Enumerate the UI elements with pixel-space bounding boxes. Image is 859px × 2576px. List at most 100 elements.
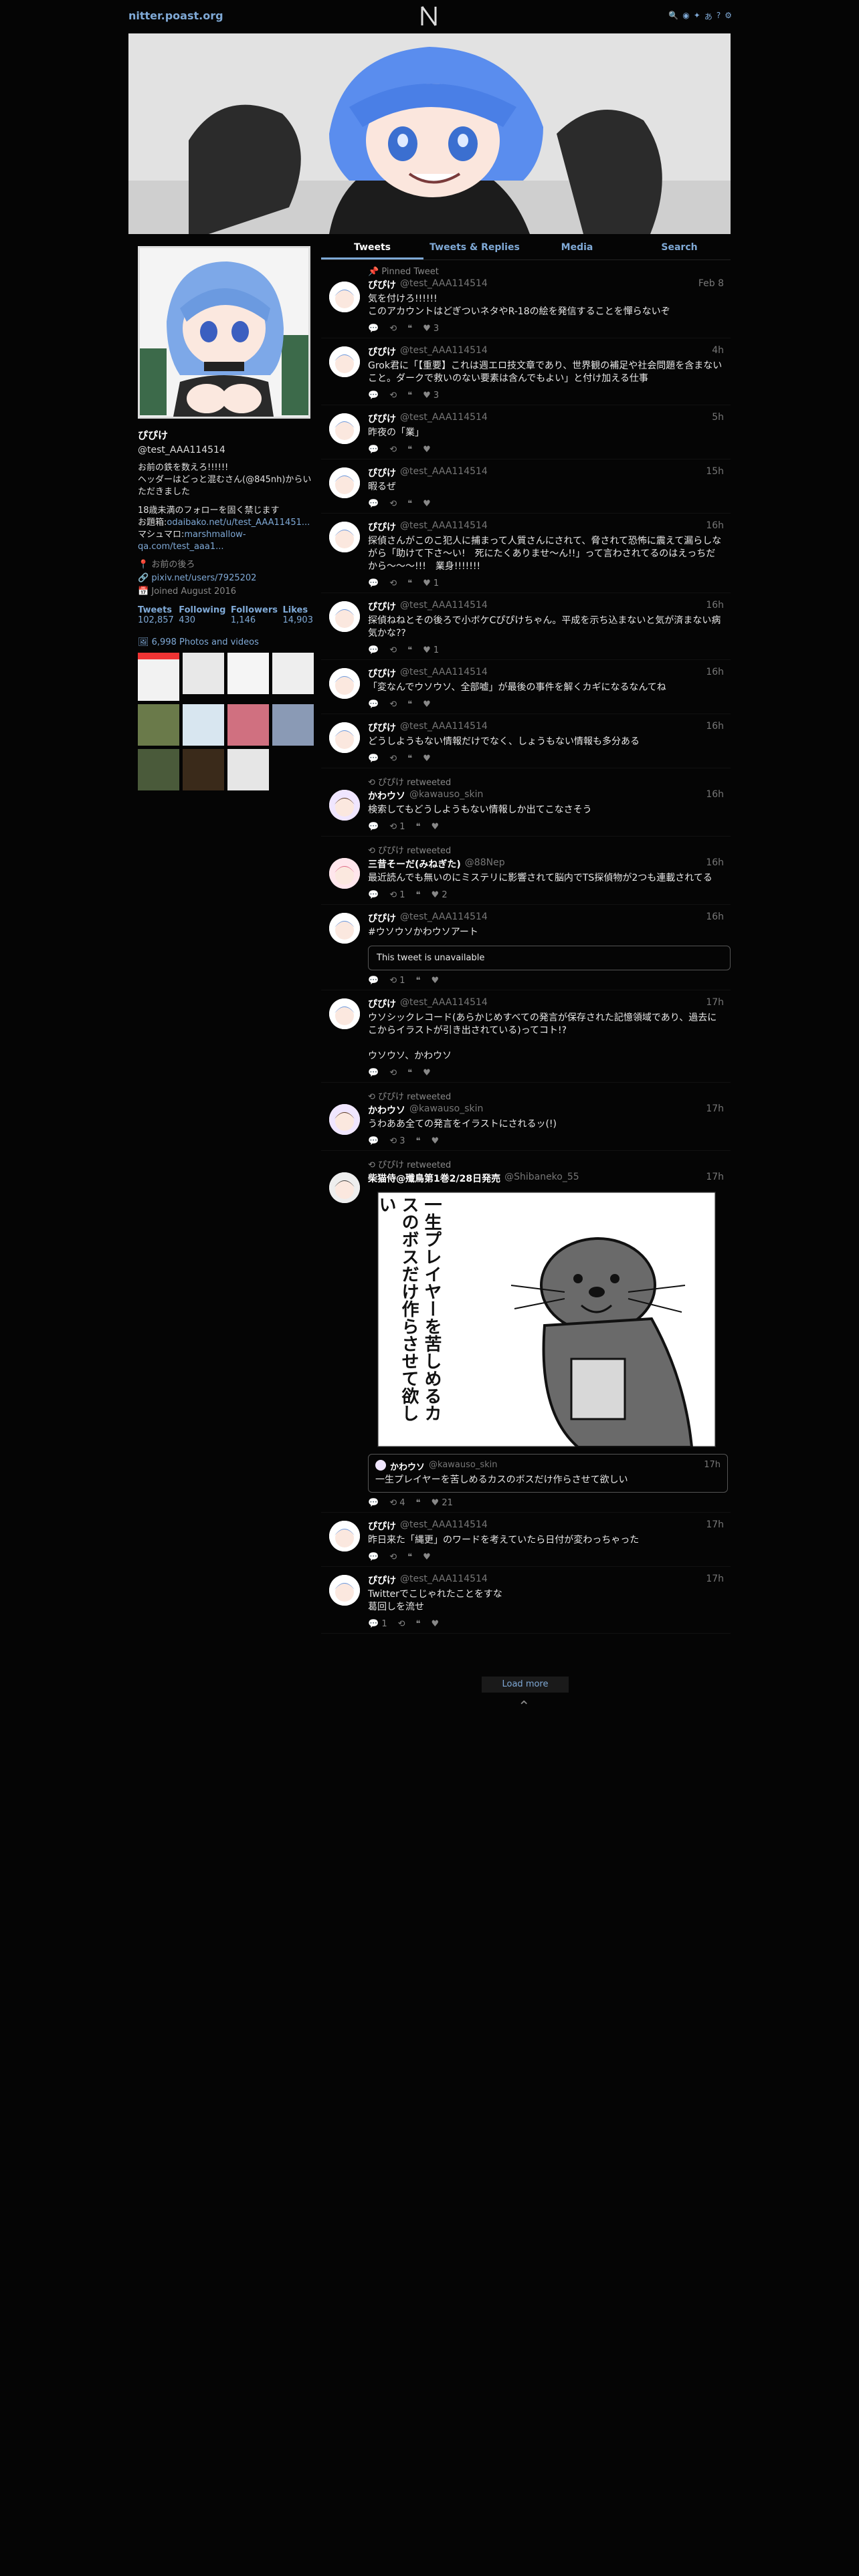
- quote-stat[interactable]: ❝: [407, 645, 412, 655]
- quote-stat[interactable]: ❝: [407, 445, 412, 455]
- tweet-author-handle[interactable]: @kawauso_skin: [409, 1103, 483, 1117]
- quote-stat[interactable]: ❝: [416, 976, 421, 986]
- tweet-date[interactable]: 17h: [706, 1103, 724, 1117]
- odaibako-link[interactable]: odaibako.net/u/test_AAA11451...: [167, 518, 310, 528]
- tweet[interactable]: ぴぴけ @test_AAA114514 4h Grok君に「【重要】これは週エロ技文章…: [321, 338, 731, 405]
- tweet-author-handle[interactable]: @test_AAA114514: [400, 278, 488, 292]
- tweet-author-handle[interactable]: @test_AAA114514: [400, 345, 488, 358]
- tweet[interactable]: ぴぴけ @test_AAA114514 17h ウソシックレコード(あらかじめすべての…: [321, 990, 731, 1083]
- tweet-author-handle[interactable]: @Shibaneko_55: [504, 1172, 579, 1185]
- quote-stat[interactable]: ❝: [407, 578, 412, 588]
- reply-stat[interactable]: 💬: [368, 754, 379, 764]
- site-name-link[interactable]: nitter.poast.org: [128, 9, 223, 22]
- tweet-author-name[interactable]: ぴぴけ: [368, 667, 396, 680]
- tweet-date[interactable]: 16h: [706, 721, 724, 734]
- tweet-author-name[interactable]: ぴぴけ: [368, 1519, 396, 1533]
- retweet-stat[interactable]: ⟲: [389, 445, 397, 455]
- tweet[interactable]: ⟲ ぴぴけ retweeted 柴猫侍@殲鳥第1巻2/28日発売 @Shibanek…: [321, 1151, 731, 1513]
- search-icon[interactable]: 🔍: [668, 11, 678, 22]
- quote-stat[interactable]: ❝: [407, 1552, 412, 1562]
- photo-thumb[interactable]: [227, 749, 269, 790]
- info-icon[interactable]: ?: [717, 11, 721, 22]
- tweet-avatar[interactable]: [329, 522, 360, 552]
- retweet-stat[interactable]: ⟲ 4: [389, 1498, 405, 1508]
- like-stat[interactable]: ♥: [432, 1136, 440, 1146]
- tweet-date[interactable]: 17h: [706, 997, 724, 1010]
- reply-stat[interactable]: 💬: [368, 822, 379, 832]
- tweet-media-image[interactable]: 一生プレイヤーを苦しめるカスのボスだけ作らさせて欲しい: [376, 1190, 717, 1448]
- tweet-author-name[interactable]: ぴぴけ: [368, 520, 396, 534]
- photo-thumb[interactable]: [227, 704, 269, 746]
- quote-date[interactable]: 17h: [704, 1460, 721, 1473]
- tab-tweets[interactable]: Tweets: [321, 235, 423, 259]
- tweet-author-handle[interactable]: @88Nep: [465, 857, 505, 871]
- like-stat[interactable]: ♥ 21: [432, 1498, 453, 1508]
- retweet-stat[interactable]: ⟲ 1: [389, 890, 405, 900]
- tweet-author-handle[interactable]: @test_AAA114514: [400, 466, 488, 479]
- website-link[interactable]: pixiv.net/users/7925202: [151, 573, 256, 583]
- profile-handle[interactable]: @test_AAA114514: [138, 445, 316, 455]
- tweet-author-name[interactable]: かわウソ: [368, 1103, 405, 1117]
- tweet-author-handle[interactable]: @test_AAA114514: [400, 412, 488, 425]
- quote-stat[interactable]: ❝: [416, 1498, 421, 1508]
- tweet-author-name[interactable]: ぴぴけ: [368, 345, 396, 358]
- tweet-date[interactable]: 4h: [712, 345, 724, 358]
- like-stat[interactable]: ♥: [432, 976, 440, 986]
- tweet-date[interactable]: 16h: [706, 667, 724, 680]
- quote-stat[interactable]: ❝: [416, 822, 421, 832]
- reply-stat[interactable]: 💬: [368, 1552, 379, 1562]
- like-stat[interactable]: ♥: [423, 1068, 431, 1078]
- photo-thumb[interactable]: [138, 749, 179, 790]
- tweet[interactable]: ぴぴけ @test_AAA114514 15h 暇るぜ 💬 ⟲ ❝ ♥: [321, 459, 731, 514]
- retweet-stat[interactable]: ⟲ 1: [389, 976, 405, 986]
- quote-stat[interactable]: ❝: [416, 1619, 421, 1629]
- reply-stat[interactable]: 💬: [368, 1498, 379, 1508]
- reply-stat[interactable]: 💬: [368, 1136, 379, 1146]
- reply-stat[interactable]: 💬: [368, 445, 379, 455]
- quote-stat[interactable]: ❝: [416, 890, 421, 900]
- quote-author-handle[interactable]: @kawauso_skin: [429, 1460, 497, 1473]
- tweet-author-handle[interactable]: @test_AAA114514: [400, 997, 488, 1010]
- reply-stat[interactable]: 💬: [368, 499, 379, 509]
- reply-stat[interactable]: 💬: [368, 324, 379, 334]
- tweet-author-name[interactable]: かわウソ: [368, 789, 405, 802]
- tweet-date[interactable]: 17h: [706, 1574, 724, 1587]
- reply-stat[interactable]: 💬 1: [368, 1619, 387, 1629]
- like-stat[interactable]: ♥: [432, 822, 440, 832]
- retweet-stat[interactable]: ⟲: [389, 1552, 397, 1562]
- like-stat[interactable]: ♥ 3: [423, 324, 439, 334]
- tweet-author-name[interactable]: ぴぴけ: [368, 412, 396, 425]
- tweet-author-name[interactable]: 柴猫侍@殲鳥第1巻2/28日発売: [368, 1172, 500, 1185]
- tweet[interactable]: ぴぴけ @test_AAA114514 17h Twitterでこじゃれたことをすな …: [321, 1567, 731, 1634]
- photo-thumb[interactable]: [138, 653, 179, 701]
- tweet-avatar[interactable]: [329, 998, 360, 1029]
- retweet-stat[interactable]: ⟲: [389, 1068, 397, 1078]
- like-stat[interactable]: ♥: [423, 499, 431, 509]
- tweet-date[interactable]: 17h: [706, 1172, 724, 1185]
- tweet-author-name[interactable]: ぴぴけ: [368, 911, 396, 925]
- load-more-button[interactable]: Load more: [482, 1677, 569, 1693]
- retweet-stat[interactable]: ⟲: [389, 754, 397, 764]
- tweet[interactable]: ⟲ ぴぴけ retweeted 三昔そーだ(みねぎた) @88Nep 16h 最近読んで…: [321, 837, 731, 905]
- quote-stat[interactable]: ❝: [407, 754, 412, 764]
- reply-stat[interactable]: 💬: [368, 976, 379, 986]
- like-stat[interactable]: ♥: [423, 754, 431, 764]
- like-stat[interactable]: ♥ 2: [432, 890, 448, 900]
- tweet-author-handle[interactable]: @test_AAA114514: [400, 721, 488, 734]
- reply-stat[interactable]: 💬: [368, 1068, 379, 1078]
- retweet-stat[interactable]: ⟲: [389, 645, 397, 655]
- tweet-avatar[interactable]: [329, 913, 360, 944]
- like-stat[interactable]: ♥: [423, 1552, 431, 1562]
- reply-stat[interactable]: 💬: [368, 700, 379, 710]
- retweet-stat[interactable]: ⟲: [398, 1619, 405, 1629]
- like-stat[interactable]: ♥: [423, 700, 431, 710]
- tweet-date[interactable]: 15h: [706, 466, 724, 479]
- tweet[interactable]: ⟲ ぴぴけ retweeted かわウソ @kawauso_skin 16h 検索しても…: [321, 768, 731, 837]
- like-stat[interactable]: ♥ 1: [423, 578, 439, 588]
- like-stat[interactable]: ♥ 1: [423, 645, 439, 655]
- tweet-date[interactable]: 16h: [706, 789, 724, 802]
- tweet[interactable]: ぴぴけ @test_AAA114514 16h どうしようもない情報だけでなく、しょう…: [321, 714, 731, 768]
- reply-stat[interactable]: 💬: [368, 890, 379, 900]
- photo-thumb[interactable]: [138, 704, 179, 746]
- profile-avatar[interactable]: [138, 246, 310, 419]
